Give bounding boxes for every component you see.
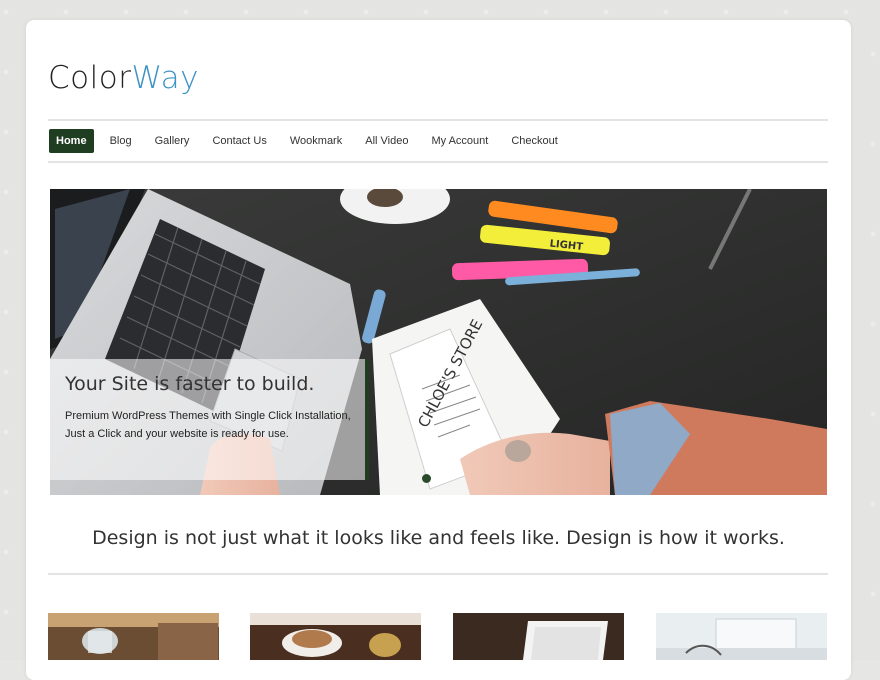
main-navigation: Home Blog Gallery Contact Us Wookmark Al… [48,119,828,163]
nav-item-gallery[interactable]: Gallery [148,130,197,152]
thumbnail-laptop-desk[interactable] [656,613,827,660]
nav-item-wookmark[interactable]: Wookmark [283,130,349,152]
nav-item-all-video[interactable]: All Video [358,130,415,152]
logo-text-way: Way [131,60,199,96]
slider-pagination [422,474,448,483]
nav-item-home[interactable]: Home [49,129,94,153]
caption-text: Premium WordPress Themes with Single Cli… [65,410,351,440]
nav-item-blog[interactable]: Blog [103,130,139,152]
featured-thumbnails [48,613,828,673]
tagline: Design is not just what it looks like an… [92,527,785,549]
site-logo[interactable]: ColorWay [48,60,199,96]
slider-dot-2[interactable] [439,474,448,483]
nav-item-my-account[interactable]: My Account [424,130,495,152]
slide-caption: Your Site is faster to build. Premium Wo… [50,359,369,480]
thumbnail-coffee-cup[interactable] [250,613,421,660]
page-container: ColorWay Home Blog Gallery Contact Us Wo… [26,20,851,680]
logo-text-color: Color [48,60,132,96]
caption-title: Your Site is faster to build. [65,373,315,395]
thumbnail-tablet[interactable] [453,613,624,660]
nav-item-contact-us[interactable]: Contact Us [205,130,273,152]
thumbnail-cafe-table[interactable] [48,613,219,660]
section-divider [48,573,828,575]
slider-dot-1[interactable] [422,474,431,483]
hero-slider[interactable]: LIGHT CHLOE'S STORE Your Site is faster … [50,189,827,495]
nav-item-checkout[interactable]: Checkout [504,130,564,152]
